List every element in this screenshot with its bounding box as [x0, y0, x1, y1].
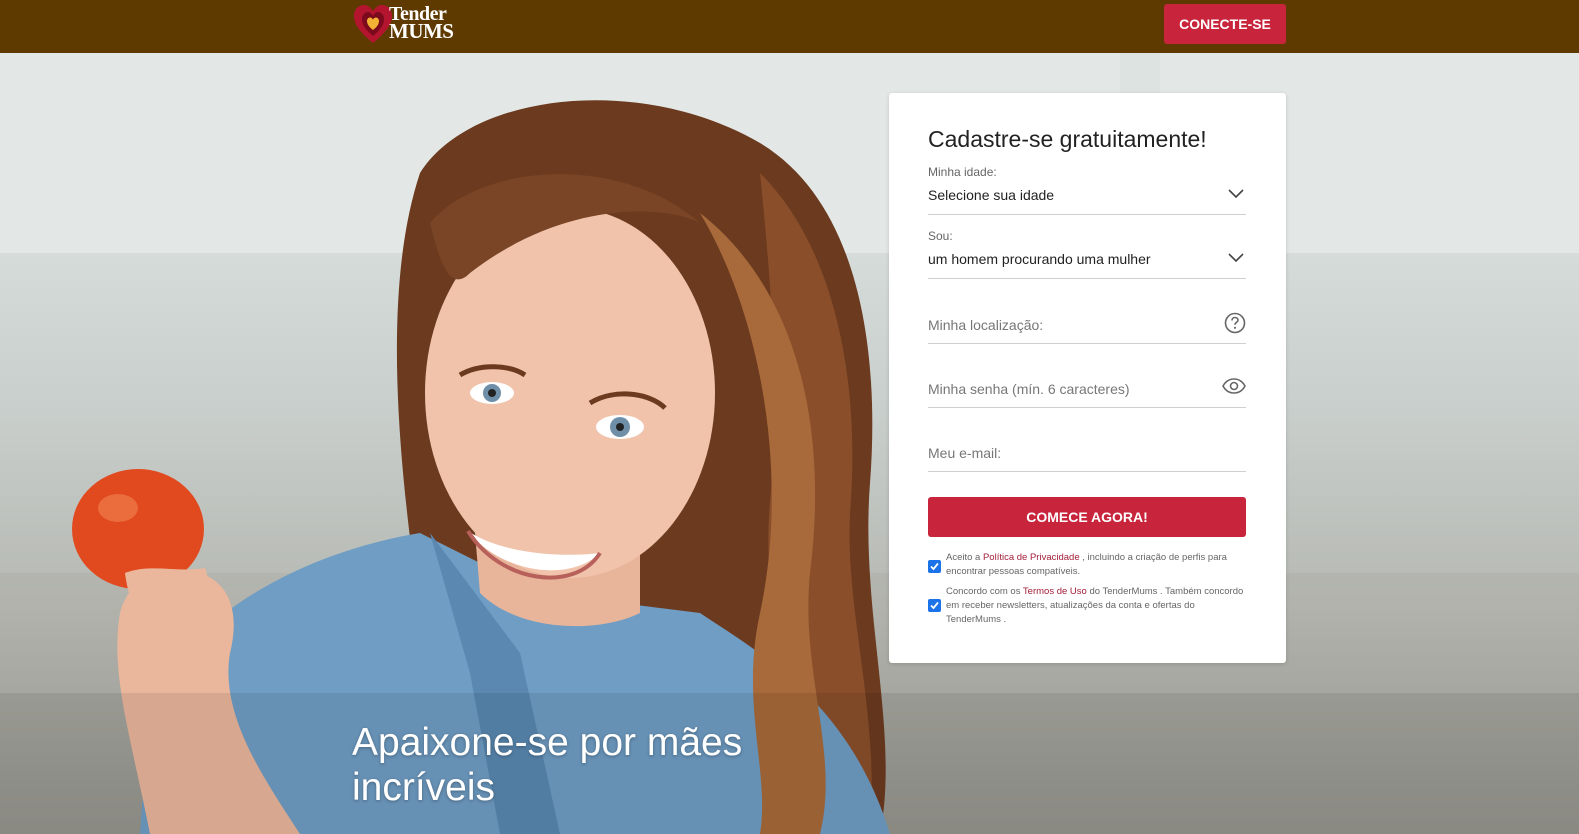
chevron-down-icon [1228, 253, 1244, 263]
chevron-down-icon [1228, 189, 1244, 199]
terms-consent-text: Concordo com os Termos de Uso do TenderM… [946, 585, 1246, 627]
question-circle-icon[interactable] [1224, 312, 1246, 334]
terms-prefix: Concordo com os [946, 586, 1023, 597]
checkmark-icon [930, 562, 939, 571]
password-placeholder: Minha senha (mín. 6 caracteres) [928, 381, 1130, 397]
privacy-policy-link[interactable]: Política de Privacidade [983, 552, 1080, 563]
gender-select[interactable]: Sou: um homem procurando uma mulher [928, 229, 1246, 279]
age-label: Minha idade: [928, 165, 997, 179]
site-header: Tender MUMS CONECTE-SE [0, 0, 1579, 53]
eye-icon[interactable] [1222, 378, 1246, 394]
signup-title: Cadastre-se gratuitamente! [928, 126, 1207, 152]
password-input[interactable]: Minha senha (mín. 6 caracteres) [928, 369, 1246, 408]
location-input[interactable]: Minha localização: [928, 305, 1246, 344]
email-placeholder: Meu e-mail: [928, 445, 1002, 461]
location-placeholder: Minha localização: [928, 317, 1044, 333]
privacy-prefix: Aceito a [946, 552, 983, 563]
hero-photo [0, 53, 1579, 834]
hero-tagline: Apaixone-se por mães incríveis [352, 720, 742, 810]
age-select[interactable]: Minha idade: Selecione sua idade [928, 165, 1246, 215]
terms-checkbox[interactable] [928, 599, 941, 612]
hero-section: Apaixone-se por mães incríveis [0, 53, 1579, 834]
start-now-button[interactable]: COMECE AGORA! [928, 497, 1246, 537]
email-input[interactable]: Meu e-mail: [928, 433, 1246, 472]
terms-of-use-link[interactable]: Termos de Uso [1023, 586, 1087, 597]
gender-value: um homem procurando uma mulher [928, 251, 1151, 267]
privacy-checkbox[interactable] [928, 560, 941, 573]
privacy-consent-text: Aceito a Política de Privacidade , inclu… [946, 551, 1246, 579]
privacy-consent: Aceito a Política de Privacidade , inclu… [928, 551, 1246, 581]
age-value: Selecione sua idade [928, 187, 1055, 203]
checkmark-icon [930, 601, 939, 610]
tagline-line-2: incríveis [352, 766, 496, 809]
gender-label: Sou: [928, 229, 953, 243]
login-button[interactable]: CONECTE-SE [1164, 4, 1286, 44]
tendermums-logo[interactable]: Tender MUMS [353, 3, 463, 45]
logo-text-mums: MUMS [389, 19, 454, 43]
heart-logo-icon [354, 5, 392, 43]
terms-consent: Concordo com os Termos de Uso do TenderM… [928, 585, 1246, 629]
signup-form-card: Cadastre-se gratuitamente! Minha idade: … [889, 93, 1286, 663]
tagline-line-1: Apaixone-se por mães [352, 721, 743, 764]
